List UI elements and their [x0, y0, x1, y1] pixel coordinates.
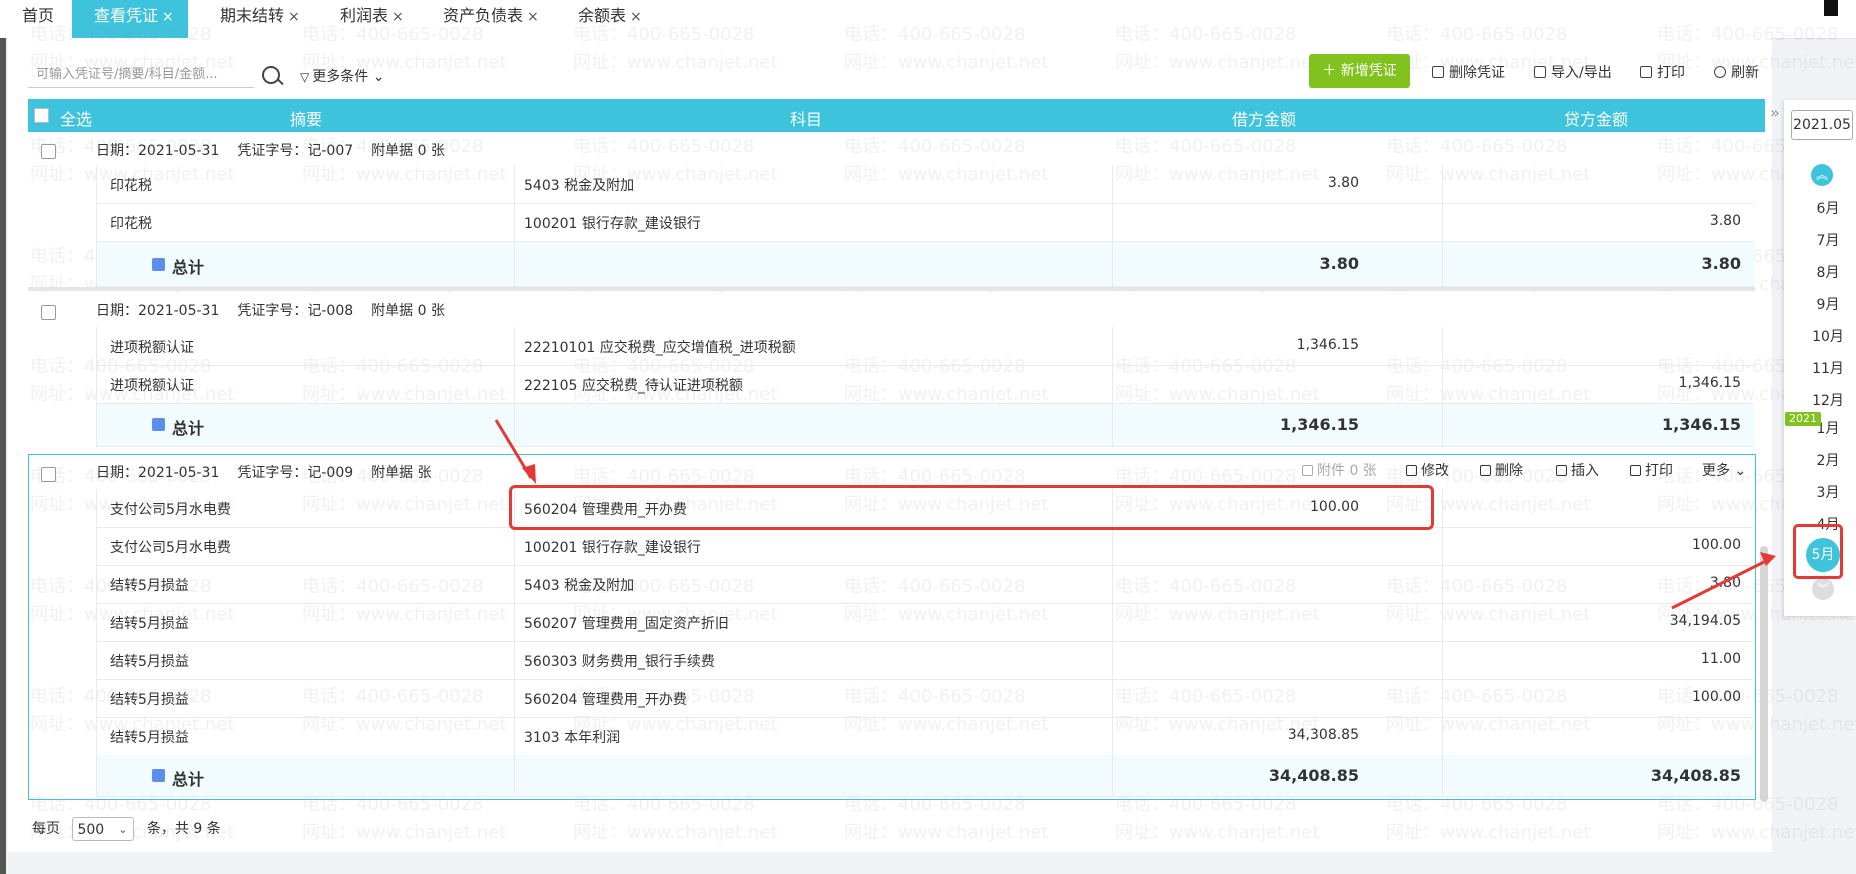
pagination: 每页 500 ⌄ 条，共 9 条 — [32, 817, 221, 841]
month-item[interactable]: 11月 — [1808, 358, 1848, 378]
month-item[interactable]: 9月 — [1808, 294, 1848, 314]
per-page-label: 每页 — [32, 821, 60, 837]
month-item[interactable]: 8月 — [1808, 262, 1848, 282]
month-item[interactable]: 12月 — [1808, 390, 1848, 410]
month-item[interactable]: 7月 — [1808, 230, 1848, 250]
per-page-select[interactable]: 500 ⌄ — [72, 817, 135, 841]
chevron-down-icon[interactable]: ︾ — [1812, 578, 1834, 600]
current-period[interactable]: 2021.05 — [1791, 110, 1853, 140]
month-item[interactable]: 10月 — [1808, 326, 1848, 346]
arrow-line — [1671, 556, 1773, 610]
per-page-value: 500 — [77, 822, 105, 838]
month-item[interactable]: 3月 — [1808, 482, 1848, 502]
highlight-box-month — [1793, 524, 1843, 579]
month-item[interactable]: 2月 — [1808, 450, 1848, 470]
month-item[interactable]: 6月 — [1808, 198, 1848, 218]
chevron-up-icon[interactable]: ︽ — [1811, 164, 1833, 186]
chevron-down-icon: ⌄ — [118, 823, 128, 836]
annotation-arrows — [494, 419, 1776, 610]
total-count: 条，共 9 条 — [146, 821, 221, 837]
year-badge: 2021 — [1785, 412, 1821, 426]
